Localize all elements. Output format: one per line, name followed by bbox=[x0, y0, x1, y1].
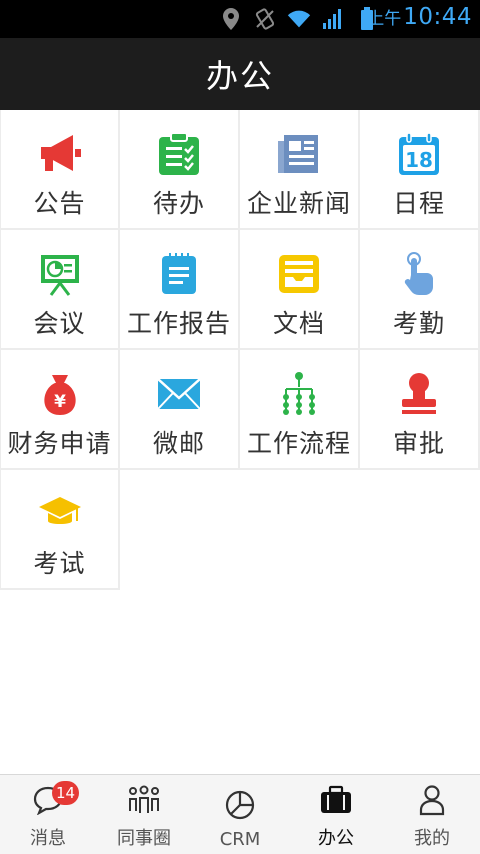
status-icons bbox=[218, 6, 380, 32]
svg-text:18: 18 bbox=[405, 148, 433, 172]
app-todo[interactable]: 待办 bbox=[120, 110, 240, 230]
page-title: 办公 bbox=[205, 57, 274, 95]
envelope-icon bbox=[155, 370, 203, 418]
app-work-report[interactable]: 工作报告 bbox=[120, 230, 240, 350]
tab-colleagues[interactable]: 同事圈 bbox=[96, 775, 192, 854]
stamp-icon bbox=[395, 370, 443, 418]
wifi-icon bbox=[286, 6, 312, 32]
tab-crm[interactable]: CRM bbox=[192, 775, 288, 854]
tab-label: 我的 bbox=[414, 828, 450, 849]
tab-office[interactable]: 办公 bbox=[288, 775, 384, 854]
app-label: 工作流程 bbox=[246, 429, 351, 458]
status-clock: 上午 10:44 bbox=[367, 4, 472, 30]
calendar-icon: 18 bbox=[395, 130, 443, 178]
hand-tap-icon bbox=[395, 250, 443, 298]
app-micro-mail[interactable]: 微邮 bbox=[120, 350, 240, 470]
tab-mine[interactable]: 我的 bbox=[384, 775, 480, 854]
app-label: 企业新闻 bbox=[246, 189, 351, 218]
app-schedule[interactable]: 18 日程 bbox=[360, 110, 480, 230]
svg-text:¥: ¥ bbox=[54, 392, 66, 412]
app-label: 财务申请 bbox=[7, 429, 112, 458]
colleagues-icon bbox=[126, 782, 162, 818]
status-time: 10:44 bbox=[403, 4, 472, 30]
app-label: 会议 bbox=[33, 309, 86, 338]
app-attendance[interactable]: 考勤 bbox=[360, 230, 480, 350]
document-tray-icon bbox=[275, 250, 323, 298]
app-label: 文档 bbox=[272, 309, 325, 338]
unread-badge: 14 bbox=[52, 781, 80, 805]
bottom-tab-bar: 14 消息 同事圈 CRM 办公 我的 bbox=[0, 774, 480, 854]
person-icon bbox=[414, 782, 450, 818]
app-label: 日程 bbox=[392, 189, 445, 218]
tab-label: CRM bbox=[219, 829, 261, 850]
status-ampm: 上午 bbox=[367, 9, 402, 29]
tab-label: 同事圈 bbox=[117, 828, 171, 849]
vibrate-icon bbox=[252, 6, 278, 32]
signal-icon bbox=[320, 6, 346, 32]
tab-messages[interactable]: 14 消息 bbox=[0, 775, 96, 854]
app-meeting[interactable]: 会议 bbox=[0, 230, 120, 350]
tab-label: 消息 bbox=[30, 828, 66, 849]
app-label: 公告 bbox=[33, 189, 86, 218]
status-bar: 上午 10:44 bbox=[0, 0, 480, 38]
pie-chart-icon bbox=[222, 787, 258, 823]
report-icon bbox=[155, 250, 203, 298]
app-workflow[interactable]: 工作流程 bbox=[240, 350, 360, 470]
app-grid: 公告 待办 企业新闻 18 日程 会议 工作报告 文档 考勤 ¥ 财务申请 微邮… bbox=[0, 110, 480, 590]
app-approval[interactable]: 审批 bbox=[360, 350, 480, 470]
app-exam[interactable]: 考试 bbox=[0, 470, 120, 590]
app-label: 待办 bbox=[152, 189, 205, 218]
money-bag-icon: ¥ bbox=[36, 370, 84, 418]
app-label: 考勤 bbox=[392, 309, 445, 338]
clipboard-check-icon bbox=[155, 130, 203, 178]
megaphone-icon bbox=[36, 130, 84, 178]
app-label: 审批 bbox=[392, 429, 445, 458]
app-company-news[interactable]: 企业新闻 bbox=[240, 110, 360, 230]
flow-tree-icon bbox=[275, 370, 323, 418]
app-announcement[interactable]: 公告 bbox=[0, 110, 120, 230]
newspaper-icon bbox=[275, 130, 323, 178]
location-icon bbox=[218, 6, 244, 32]
app-label: 工作报告 bbox=[126, 309, 231, 338]
app-label: 微邮 bbox=[152, 429, 205, 458]
app-label: 考试 bbox=[33, 549, 86, 578]
app-documents[interactable]: 文档 bbox=[240, 230, 360, 350]
graduation-cap-icon bbox=[36, 490, 84, 538]
presentation-icon bbox=[36, 250, 84, 298]
title-bar: 办公 bbox=[0, 38, 480, 110]
briefcase-icon bbox=[318, 782, 354, 818]
tab-label: 办公 bbox=[318, 828, 354, 849]
app-finance-request[interactable]: ¥ 财务申请 bbox=[0, 350, 120, 470]
